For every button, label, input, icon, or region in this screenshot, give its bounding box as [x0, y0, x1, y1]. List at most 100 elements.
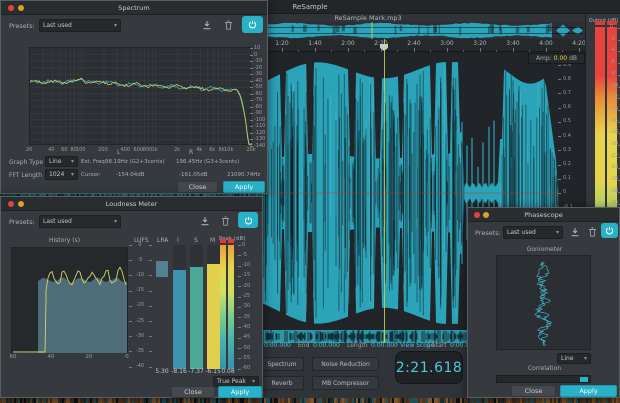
amp-value: 0.00 — [554, 55, 567, 62]
apply-button[interactable]: Apply — [223, 181, 265, 193]
chevron-down-icon: ▾ — [114, 218, 117, 225]
tick-label: -30 — [133, 334, 147, 339]
minimize-window-button[interactable] — [18, 5, 24, 11]
tick-mark — [250, 48, 253, 49]
tick-label: 10 — [254, 46, 260, 51]
tick-label: -25 — [242, 294, 250, 299]
tick-label: 0 — [133, 243, 147, 248]
phasescope-titlebar[interactable]: Phasescope — [468, 208, 619, 222]
tick-label: -18 — [610, 130, 618, 135]
close-window-button[interactable] — [8, 201, 14, 207]
chevron-down-icon: ▾ — [252, 378, 255, 385]
presets-dropdown[interactable]: Last used▾ — [503, 226, 563, 239]
tick-label: 40 — [45, 355, 57, 361]
presets-label: Presets: — [9, 22, 35, 30]
tick-label: 0 — [610, 25, 613, 30]
save-preset-button[interactable] — [201, 19, 213, 31]
close-window-button[interactable] — [8, 5, 14, 11]
graph-type-dropdown[interactable]: Line▾ — [45, 156, 78, 167]
presets-dropdown[interactable]: Last used▾ — [39, 215, 121, 228]
timeline-tick: 2:00 — [338, 41, 358, 47]
tick-label: -5 — [242, 253, 247, 258]
spectrum-titlebar[interactable]: Spectrum — [1, 1, 267, 15]
time-display: 2:21.618 — [395, 351, 463, 384]
presets-value: Last used — [507, 229, 536, 236]
bypass-power-button[interactable] — [601, 223, 618, 238]
tick-label: -8 — [610, 72, 615, 77]
phasescope-panel: Phasescope Presets: Last used▾ Goniomete… — [467, 207, 620, 398]
display-mode-dropdown[interactable]: Line▾ — [557, 353, 591, 364]
goniometer-display — [496, 255, 591, 350]
plugin-button-mb-compressor[interactable]: MB Compressor — [312, 376, 379, 390]
tick-label: 100 — [73, 148, 89, 153]
tick-mark — [238, 245, 241, 246]
apply-button[interactable]: Apply — [218, 386, 262, 398]
tick-mark — [250, 107, 253, 108]
close-window-button[interactable] — [474, 212, 480, 218]
tick-mark — [238, 317, 241, 318]
fft-length-dropdown[interactable]: 1024▾ — [45, 169, 78, 180]
tick-label: -120 — [254, 131, 265, 136]
tick-mark — [250, 94, 253, 95]
delete-preset-button[interactable] — [586, 226, 598, 238]
timeline-tick: 1:40 — [305, 41, 325, 47]
tick-mark — [250, 87, 253, 88]
spectrum-panel: Spectrum Presets: Last used▾ L R Graph T… — [0, 0, 268, 194]
tick-label: -30 — [610, 201, 618, 206]
clip-indicator-left[interactable] — [595, 21, 605, 25]
m-bar — [207, 264, 220, 369]
save-preset-button[interactable] — [199, 215, 211, 227]
status-start-value: 0:00.000 — [264, 343, 291, 349]
tick-label: -50 — [242, 346, 250, 351]
tick-mark — [250, 126, 253, 127]
loudness-title: Loudness Meter — [106, 200, 158, 208]
tick-mark — [250, 81, 253, 82]
delete-preset-button[interactable] — [222, 19, 234, 31]
bypass-power-button[interactable] — [238, 212, 258, 228]
close-button[interactable]: Close — [511, 385, 556, 397]
save-icon — [570, 227, 580, 237]
plugin-button-spectrum[interactable]: Spectrum — [260, 357, 304, 371]
tick-mark — [250, 120, 253, 121]
tick-label: 60 — [7, 355, 19, 361]
tick-mark — [238, 358, 241, 359]
playhead-line — [384, 39, 385, 343]
tick-label: -16 — [610, 119, 618, 124]
bypass-power-button[interactable] — [242, 16, 263, 33]
peak-clip-indicator[interactable] — [228, 239, 234, 243]
status-start2-label: Start — [432, 343, 447, 349]
loudness-titlebar[interactable]: Loudness Meter — [1, 197, 262, 211]
chevron-down-icon: ▾ — [114, 22, 117, 29]
tick-label: -10 — [610, 84, 618, 89]
tick-label: -90 — [254, 111, 262, 116]
goniometer-label: Goniometer — [468, 247, 620, 253]
trash-icon — [221, 216, 230, 226]
tick-mark — [149, 351, 152, 352]
history-plot — [11, 247, 128, 353]
tick-label: -20 — [242, 284, 250, 289]
minimize-window-button[interactable] — [18, 201, 24, 207]
close-button[interactable]: Close — [177, 181, 218, 193]
peak-clip-indicator[interactable] — [220, 239, 226, 243]
cursor-right-value: -161.05dB — [179, 173, 208, 179]
lra-value: 5.30 — [153, 369, 171, 375]
save-preset-button[interactable] — [569, 226, 581, 238]
tick-label: 1k — [147, 148, 163, 153]
spectrogram-strip[interactable] — [0, 398, 620, 403]
spectrum-plot[interactable] — [29, 47, 251, 145]
plugin-button-reverb[interactable]: Reverb — [260, 376, 304, 390]
close-button[interactable]: Close — [171, 386, 215, 398]
tick-label: 0.4 — [563, 134, 571, 139]
apply-button[interactable]: Apply — [560, 385, 617, 397]
amp-unit: dB — [569, 55, 577, 62]
tick-mark — [250, 68, 253, 69]
minimize-window-button[interactable] — [483, 212, 489, 218]
tick-label: -25 — [133, 319, 147, 324]
tick-mark — [558, 93, 561, 94]
plugin-button-noise-reduction[interactable]: Noise Reduction — [312, 357, 379, 371]
delete-preset-button[interactable] — [219, 215, 231, 227]
presets-dropdown[interactable]: Last used▾ — [39, 19, 121, 32]
tick-label: -35 — [242, 315, 250, 320]
tick-label: 0.2 — [563, 162, 571, 167]
file-tab[interactable]: ReSample Mark.mp3 — [268, 14, 468, 22]
